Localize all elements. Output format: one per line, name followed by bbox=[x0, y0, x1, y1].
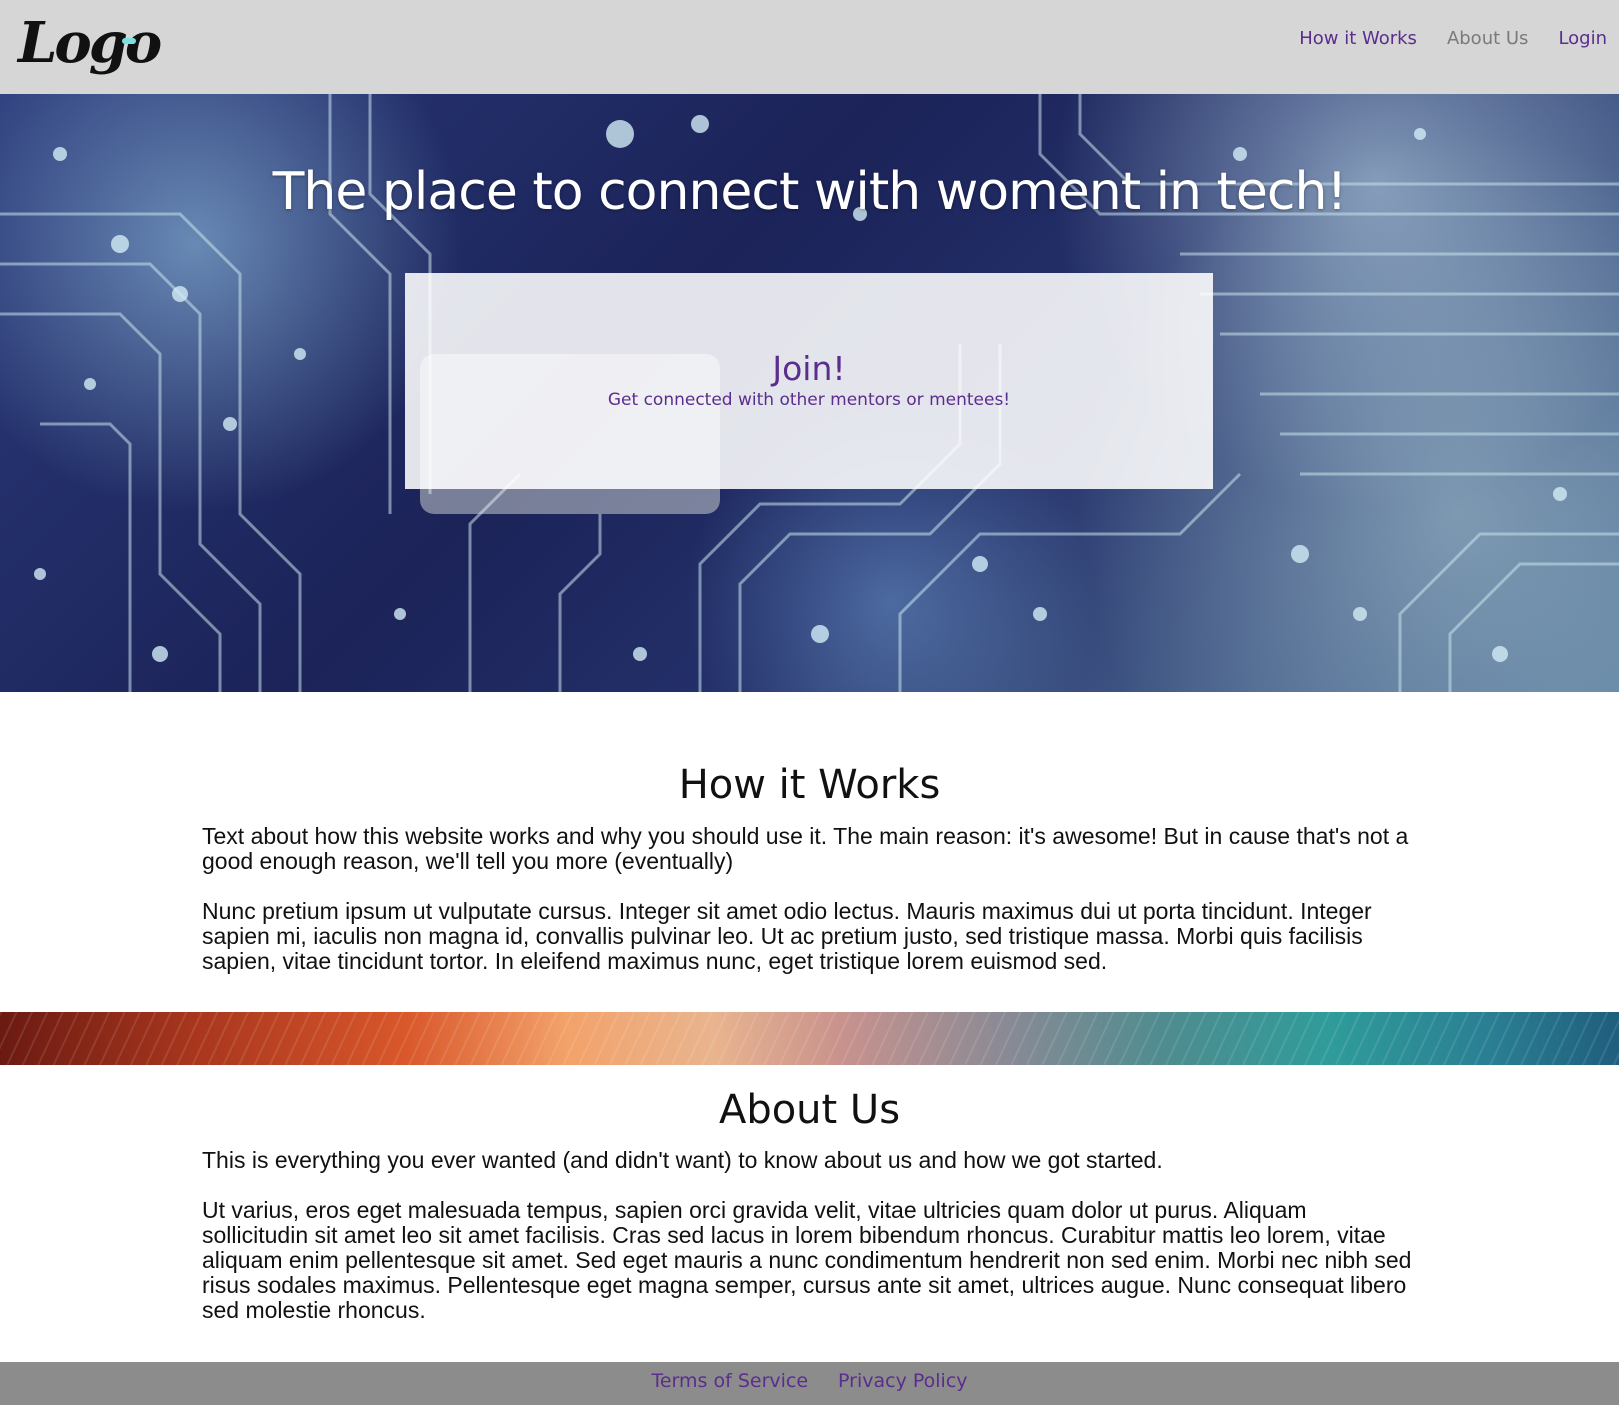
footer-links: Terms of Service Privacy Policy bbox=[651, 1370, 967, 1392]
footer-link-terms[interactable]: Terms of Service bbox=[651, 1370, 808, 1392]
logo[interactable]: Logo bbox=[18, 8, 162, 78]
main-nav: How it Works About Us Login bbox=[1299, 28, 1607, 49]
hero-banner: The place to connect with woment in tech… bbox=[0, 94, 1619, 692]
about-us-paragraph-1: This is everything you ever wanted (and … bbox=[202, 1147, 1163, 1173]
site-header: Logo How it Works About Us Login bbox=[0, 0, 1619, 94]
logo-accent-dot bbox=[122, 38, 136, 44]
join-card[interactable]: Join! Get connected with other mentors o… bbox=[405, 273, 1213, 489]
nav-link-how-it-works[interactable]: How it Works bbox=[1299, 28, 1417, 49]
footer-link-privacy[interactable]: Privacy Policy bbox=[838, 1370, 967, 1392]
join-title[interactable]: Join! bbox=[405, 349, 1213, 388]
how-it-works-paragraph-1: Text about how this website works and wh… bbox=[202, 823, 1409, 874]
hero-title: The place to connect with woment in tech… bbox=[272, 162, 1348, 222]
about-us-paragraph-2: Ut varius, eros eget malesuada tempus, s… bbox=[202, 1197, 1412, 1323]
how-it-works-paragraph-2: Nunc pretium ipsum ut vulputate cursus. … bbox=[202, 898, 1372, 974]
site-footer: Terms of Service Privacy Policy bbox=[0, 1362, 1619, 1405]
about-us-heading: About Us bbox=[718, 1087, 901, 1133]
join-subtitle: Get connected with other mentors or ment… bbox=[607, 390, 1011, 410]
how-it-works-heading: How it Works bbox=[678, 762, 941, 808]
decorative-divider-band bbox=[0, 1012, 1619, 1065]
nav-link-about-us[interactable]: About Us bbox=[1447, 28, 1529, 49]
nav-link-login[interactable]: Login bbox=[1558, 28, 1607, 49]
